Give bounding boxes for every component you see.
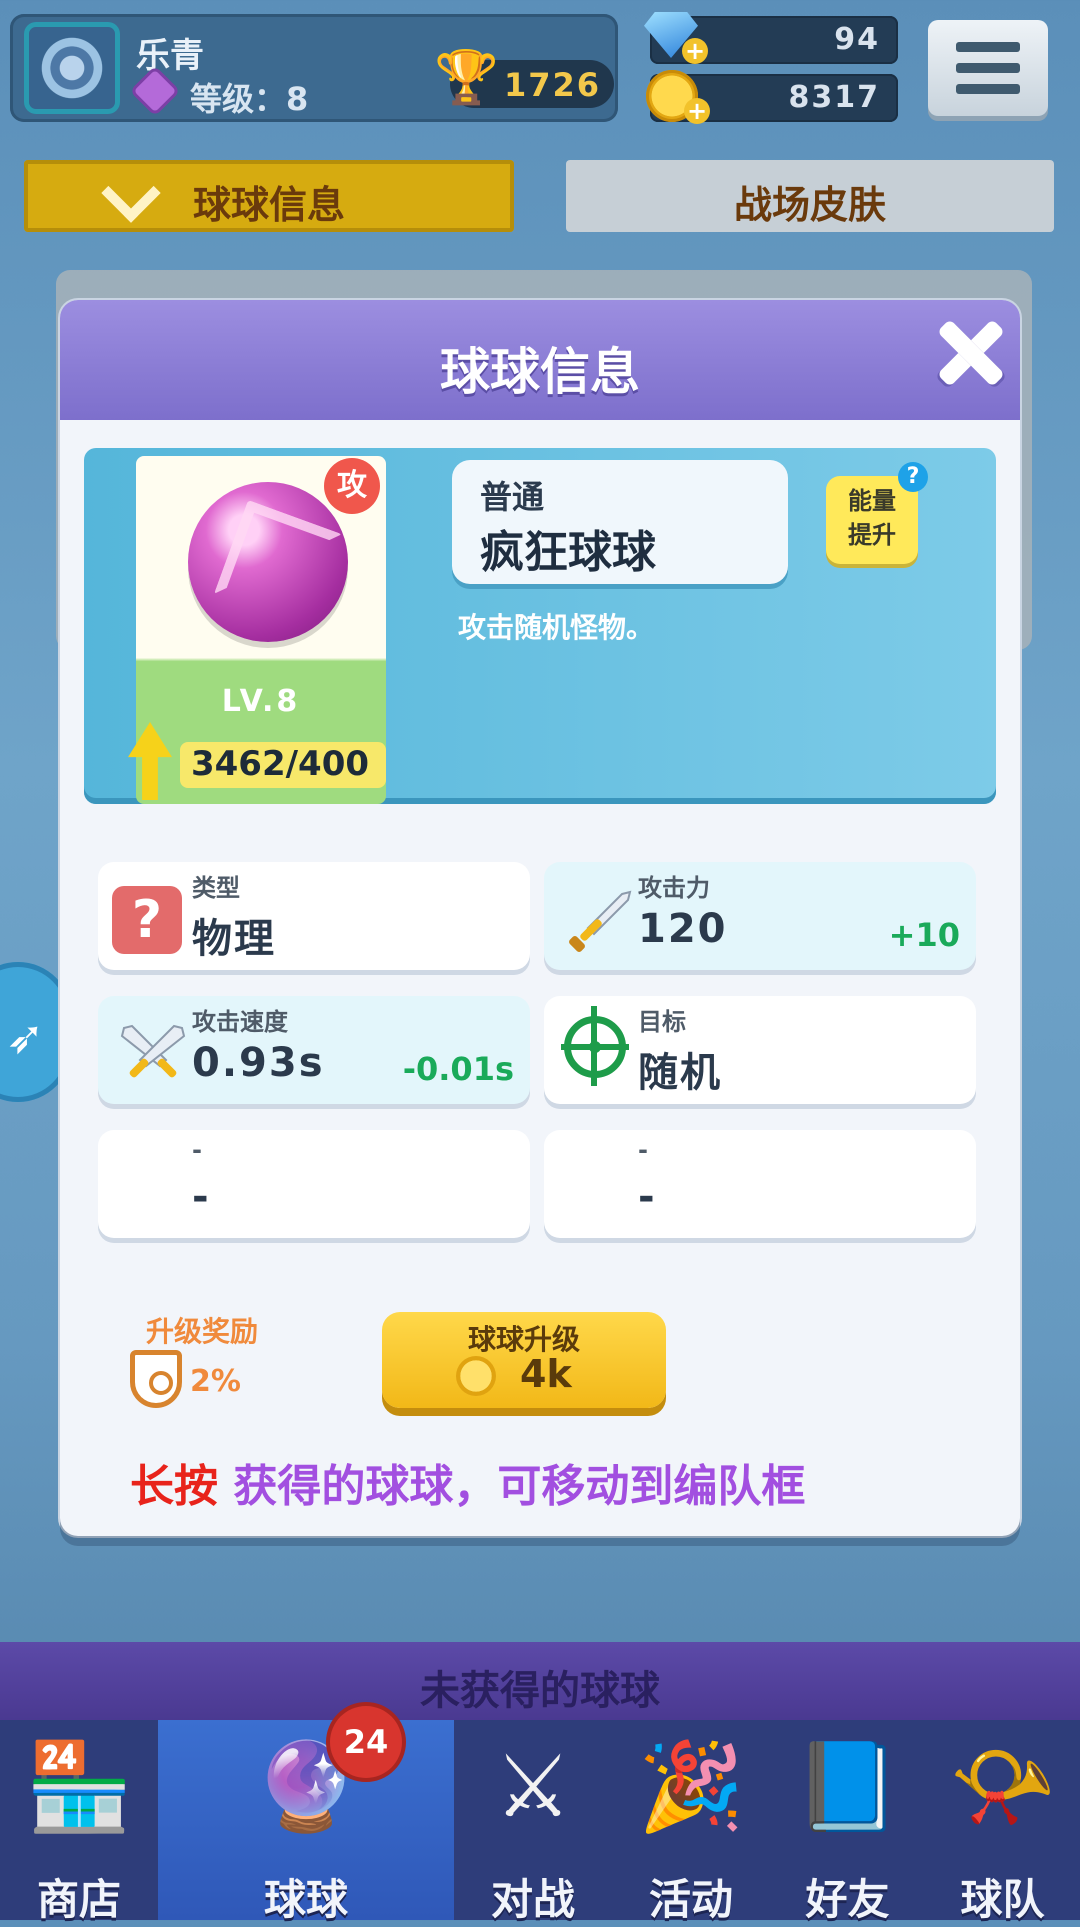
close-button[interactable] — [928, 312, 1008, 392]
tab-battlefield-skin[interactable]: 战场皮肤 — [566, 160, 1054, 232]
add-gems-icon[interactable]: + — [682, 38, 708, 64]
nav-label: 商店 — [36, 1875, 121, 1924]
stat-label: 类型 — [192, 874, 240, 902]
nav-label: 球球 — [263, 1875, 348, 1924]
party-popper-icon: 🎉 — [637, 1737, 745, 1837]
nav-battle[interactable]: ⚔ 对战 — [454, 1720, 612, 1924]
energy-boost-label: 能量 提升 — [848, 487, 896, 549]
stat-value: - — [192, 1174, 211, 1220]
question-mark-icon: ? — [112, 886, 182, 954]
stat-bonus: +10 — [888, 916, 960, 954]
new-balls-badge: 24 — [330, 1706, 402, 1778]
target-icon-line — [591, 1006, 597, 1086]
crossed-swords-icon: ⚔ — [494, 1737, 572, 1837]
long-press-hint: 长按 获得的球球，可移动到编队框 — [130, 1450, 805, 1514]
tab-ball-info[interactable]: 球球信息 — [24, 160, 514, 232]
attack-badge: 攻 — [324, 458, 380, 514]
stat-value: 120 — [638, 906, 728, 952]
crossed-swords-icon — [120, 1024, 186, 1078]
nav-friends[interactable]: 📘 好友 — [770, 1720, 925, 1924]
sword-icon — [569, 890, 632, 952]
tab-label: 战场皮肤 — [733, 183, 886, 227]
upgrade-ball-button[interactable]: 球球升级 4k — [382, 1312, 666, 1408]
nav-label: 活动 — [648, 1875, 733, 1924]
stat-value: - — [638, 1174, 657, 1220]
ball-name-box: 普通 疯狂球球 — [452, 460, 788, 584]
unobtained-balls-label: 未获得的球球 — [420, 1668, 660, 1714]
stat-value: 随机 — [638, 1050, 722, 1096]
card-progress-text: 3462/400 — [190, 744, 370, 784]
help-icon[interactable]: ? — [898, 462, 928, 492]
unobtained-balls-bar: 未获得的球球 — [0, 1642, 1080, 1720]
whistle-icon: 📯 — [948, 1737, 1057, 1837]
player-name: 乐青 — [136, 36, 204, 76]
ball-info-modal: 球球信息 攻 LV.8 3462/400 普通 疯狂球球 能量 提升 ? 攻击随机… — [60, 300, 1020, 1536]
ball-name: 疯狂球球 — [480, 527, 656, 578]
nav-team[interactable]: 📯 球队 — [925, 1720, 1080, 1924]
modal-header: 球球信息 — [60, 300, 1020, 420]
menu-icon-line — [956, 63, 1020, 73]
stat-value: 0.93s — [192, 1040, 325, 1086]
modal-title: 球球信息 — [440, 343, 640, 401]
stat-attack-speed: 攻击速度 0.93s -0.01s — [98, 996, 530, 1104]
rarity-label: 普通 — [480, 478, 545, 516]
menu-button[interactable] — [928, 20, 1048, 116]
shop-icon: 🏪 — [25, 1737, 133, 1837]
level-text: 等级：8 — [190, 80, 309, 118]
nav-label: 对战 — [490, 1875, 575, 1924]
ball-card[interactable]: 攻 LV.8 3462/400 — [128, 456, 386, 804]
trophy-icon: 🏆 — [434, 48, 499, 108]
menu-icon-line — [956, 84, 1020, 94]
avatar[interactable] — [24, 22, 120, 114]
ball-level: LV.8 — [221, 684, 301, 719]
stat-label: 攻击力 — [638, 874, 710, 902]
nav-shop[interactable]: 🏪 商店 — [0, 1720, 158, 1924]
stat-target: 目标 随机 — [544, 996, 976, 1104]
tab-label: 球球信息 — [192, 183, 345, 227]
shield-icon — [130, 1350, 182, 1408]
hint-rest: 获得的球球，可移动到编队框 — [218, 1461, 806, 1512]
stat-value: 物理 — [192, 916, 276, 962]
stat-bonus: -0.01s — [402, 1050, 514, 1088]
stat-empty: - - — [544, 1130, 976, 1238]
hint-strong: 长按 — [130, 1461, 218, 1512]
fish-icon: ➶ — [6, 1010, 45, 1064]
ball-description: 攻击随机怪物。 — [458, 611, 655, 644]
upgrade-reward-title: 升级奖励 — [146, 1315, 259, 1348]
nav-label: 球队 — [960, 1875, 1045, 1924]
nav-events[interactable]: 🎉 活动 — [612, 1720, 770, 1924]
nav-balls[interactable]: 🔮 球球 — [158, 1720, 454, 1924]
eye-icon — [149, 1371, 173, 1395]
stat-label: - — [638, 1136, 648, 1164]
stat-attack: 攻击力 120 +10 — [544, 862, 976, 970]
stat-label: 攻击速度 — [192, 1008, 288, 1036]
stat-label: 目标 — [638, 1008, 686, 1036]
bottom-nav: 🏪 商店 🔮 球球 ⚔ 对战 🎉 活动 📘 好友 📯 球队 — [0, 1720, 1080, 1924]
trophy-count: 1726 — [504, 66, 602, 104]
coin-count: 8317 — [788, 80, 880, 115]
profile-bar[interactable]: 乐青 等级：8 🏆 1726 — [10, 14, 618, 122]
stat-label: - — [192, 1136, 202, 1164]
stat-empty: - - — [98, 1130, 530, 1238]
add-coins-icon[interactable]: + — [684, 98, 710, 124]
gem-count: 94 — [834, 22, 880, 57]
upgrade-reward-value: 2% — [190, 1364, 241, 1399]
stat-type: ? 类型 物理 — [98, 862, 530, 970]
menu-icon — [956, 42, 1020, 52]
upgrade-cost: 4k — [520, 1352, 572, 1396]
coin-icon — [456, 1356, 496, 1396]
nav-label: 好友 — [805, 1875, 890, 1924]
friends-book-icon: 📘 — [793, 1737, 902, 1837]
